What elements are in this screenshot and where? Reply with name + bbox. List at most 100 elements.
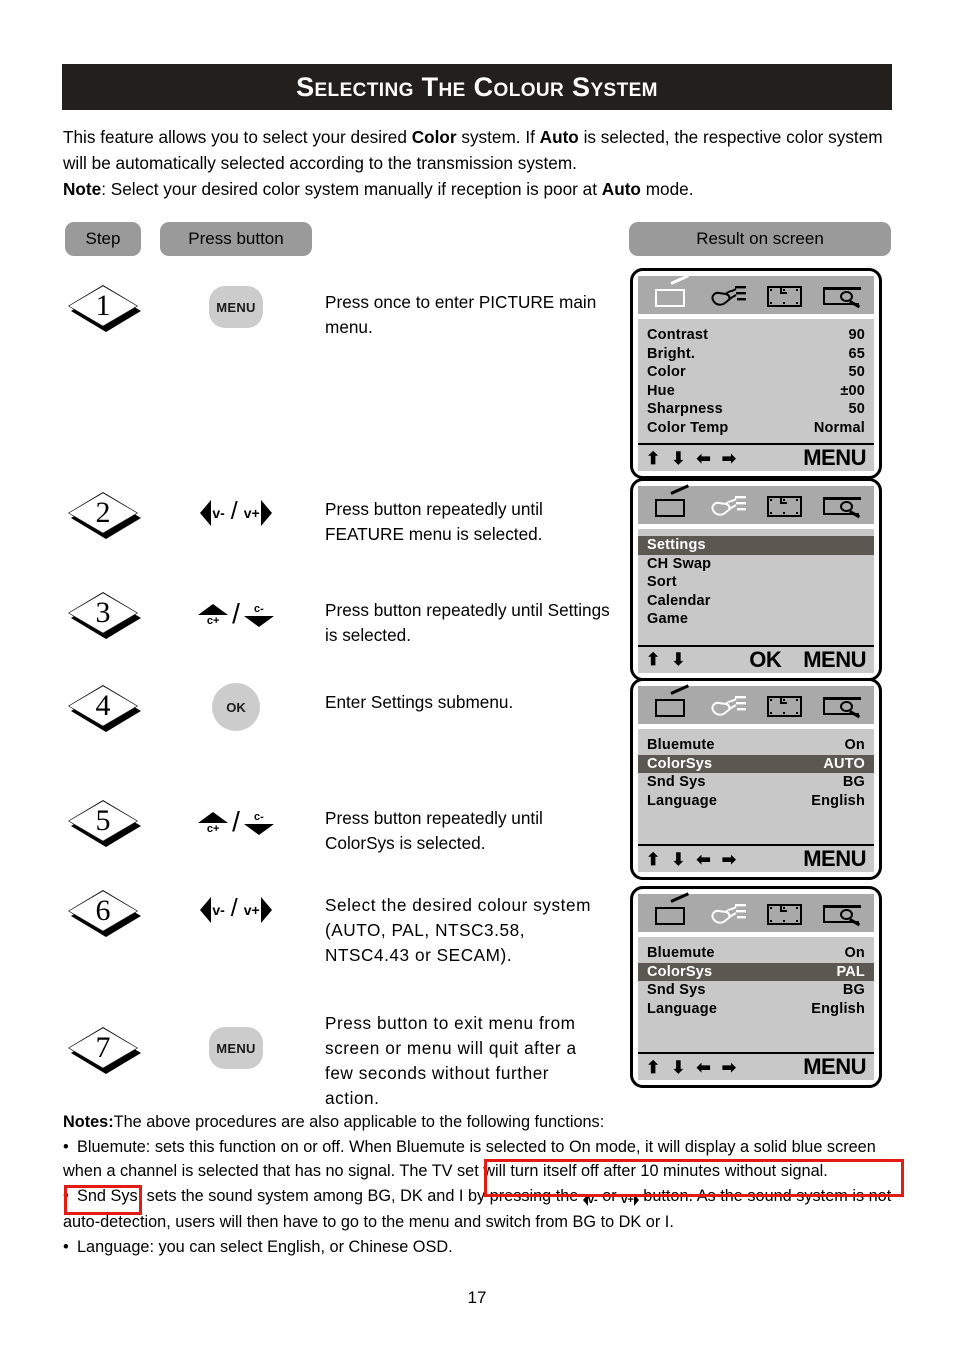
left-triangle-icon bbox=[200, 897, 212, 923]
intro-text-2: system. If bbox=[456, 127, 540, 147]
osd-row[interactable]: Language English bbox=[638, 1000, 874, 1019]
osd-row-selected[interactable]: ColorSys PAL bbox=[638, 962, 874, 981]
osd-icon-bar bbox=[638, 274, 874, 314]
ok-button-step4[interactable]: OK bbox=[212, 683, 260, 731]
picture-tv-icon[interactable] bbox=[649, 274, 693, 309]
osd-row[interactable]: Snd Sys BG bbox=[638, 981, 874, 1000]
osd-row-label: Bluemute bbox=[647, 945, 715, 962]
osd-row[interactable]: Contrast 90 bbox=[638, 326, 874, 345]
c-plus-label: c+ bbox=[206, 822, 220, 835]
sound-hand-icon[interactable] bbox=[706, 899, 750, 927]
step-number-3: 3 bbox=[68, 592, 144, 639]
search-screen-icon[interactable] bbox=[820, 281, 864, 309]
step-number-7: 7 bbox=[68, 1027, 144, 1074]
osd-row[interactable]: Color Temp Normal bbox=[638, 419, 874, 438]
step-5-description: Press button repeatedly until ColorSys i… bbox=[325, 808, 543, 853]
arrow-left-icon: ⬅ bbox=[696, 1057, 711, 1077]
picture-tv-icon[interactable] bbox=[649, 892, 693, 927]
osd-row[interactable]: Sharpness 50 bbox=[638, 400, 874, 419]
osd-footer-labels: MENU bbox=[803, 848, 866, 870]
bullet-marker: • bbox=[63, 1237, 69, 1256]
osd-row[interactable]: Calendar bbox=[638, 592, 874, 611]
osd-row[interactable]: Sort bbox=[638, 573, 874, 592]
arrow-right-icon: ➡ bbox=[721, 1057, 736, 1077]
v-minus-label: v- bbox=[212, 902, 225, 918]
picture-tv-icon[interactable] bbox=[649, 684, 693, 719]
osd-row[interactable]: Bright. 65 bbox=[638, 345, 874, 364]
osd-row-value: 65 bbox=[848, 345, 865, 362]
osd-row[interactable]: Bluemute On bbox=[638, 944, 874, 963]
osd-row-selected[interactable]: Settings bbox=[638, 536, 874, 555]
step-number-5-text: 5 bbox=[95, 804, 111, 837]
page-title: Selecting the Colour System bbox=[296, 71, 658, 102]
sound-hand-icon[interactable] bbox=[706, 281, 750, 309]
step-number-5: 5 bbox=[68, 800, 144, 847]
osd-row[interactable]: CH Swap bbox=[638, 555, 874, 574]
channel-button-step5[interactable]: c+ / c- bbox=[190, 803, 282, 843]
ok-button-label: OK bbox=[226, 699, 246, 715]
sound-hand-icon[interactable] bbox=[706, 491, 750, 519]
note-bold-auto: Auto bbox=[601, 179, 641, 199]
step-number-2: 2 bbox=[68, 492, 144, 539]
c-minus-label: c- bbox=[254, 810, 264, 823]
timer-clock-icon[interactable] bbox=[763, 691, 807, 719]
menu-button-step1[interactable]: MENU bbox=[209, 286, 263, 328]
header-step-label: Step bbox=[85, 229, 121, 248]
right-triangle-icon bbox=[260, 897, 272, 923]
notes-lead-row: Notes:The above procedures are also appl… bbox=[63, 1110, 903, 1135]
step-number-7-text: 7 bbox=[95, 1031, 111, 1064]
step-4-description: Enter Settings submenu. bbox=[325, 692, 514, 712]
volume-button-step6[interactable]: v- / v+ bbox=[190, 893, 282, 927]
osd-row[interactable]: Hue ±00 bbox=[638, 382, 874, 401]
v-plus-label: v+ bbox=[243, 505, 260, 521]
step-number-2-text: 2 bbox=[95, 496, 111, 529]
intro-bold-auto: Auto bbox=[539, 127, 579, 147]
step-2-description: Press button repeatedly until FEATURE me… bbox=[325, 499, 543, 544]
search-screen-icon[interactable] bbox=[820, 899, 864, 927]
osd-row[interactable]: Color 50 bbox=[638, 363, 874, 382]
v-plus-label: v+ bbox=[243, 902, 260, 918]
osd-row[interactable]: Game bbox=[638, 610, 874, 629]
osd-row-label: Color bbox=[647, 364, 686, 381]
timer-clock-icon[interactable] bbox=[763, 281, 807, 309]
osd-screen-picture-menu: Contrast 90 Bright. 65 Color 50 Hue ±00 Shar… bbox=[630, 268, 882, 479]
menu-button-step7[interactable]: MENU bbox=[209, 1027, 263, 1069]
arrow-right-icon: ➡ bbox=[721, 849, 736, 869]
note-bullet-bluemute: • Bluemute: sets this function on or off.… bbox=[63, 1135, 903, 1184]
inline-volume-icon: v+ bbox=[621, 1188, 639, 1213]
volume-button-step2[interactable]: v- / v+ bbox=[190, 496, 282, 530]
osd-footer-menu-label: MENU bbox=[803, 1054, 866, 1079]
channel-up-icon: c+ bbox=[198, 603, 229, 627]
step-number-6-text: 6 bbox=[95, 894, 111, 927]
osd-row-label: Game bbox=[647, 611, 689, 628]
osd-row-label: ColorSys bbox=[647, 963, 713, 980]
osd-footer-labels: OK MENU bbox=[749, 648, 866, 671]
v-minus-label: v- bbox=[212, 505, 225, 521]
step-number-6: 6 bbox=[68, 890, 144, 937]
picture-tv-icon[interactable] bbox=[649, 484, 693, 519]
osd-screen-feature-menu: Settings CH Swap Sort Calendar Game ⬆ ⬇ … bbox=[630, 478, 882, 681]
header-press-button: Press button bbox=[160, 222, 312, 256]
slash-separator: / bbox=[232, 598, 240, 629]
timer-clock-icon[interactable] bbox=[763, 899, 807, 927]
osd-row-value: ±00 bbox=[840, 382, 865, 399]
osd-footer: ⬆ ⬇ ⬅ ➡ MENU bbox=[638, 443, 874, 471]
menu-button-label: MENU bbox=[216, 299, 256, 315]
sound-hand-icon[interactable] bbox=[706, 691, 750, 719]
search-screen-icon[interactable] bbox=[820, 491, 864, 519]
osd-row-selected[interactable]: ColorSys AUTO bbox=[638, 754, 874, 773]
osd-row[interactable]: Snd Sys BG bbox=[638, 773, 874, 792]
osd-row[interactable]: Language English bbox=[638, 792, 874, 811]
channel-button-step3[interactable]: c+ / c- bbox=[190, 595, 282, 635]
step-number-4-text: 4 bbox=[95, 689, 111, 722]
osd-row[interactable]: Bluemute On bbox=[638, 736, 874, 755]
step-6-description: Select the desired colour system (AUTO, … bbox=[325, 895, 591, 965]
search-screen-icon[interactable] bbox=[820, 691, 864, 719]
step-3-description: Press button repeatedly until Settings i… bbox=[325, 600, 610, 645]
down-triangle-icon bbox=[243, 823, 274, 835]
osd-row-value: BG bbox=[842, 774, 865, 791]
timer-clock-icon[interactable] bbox=[763, 491, 807, 519]
bullet-marker: • bbox=[63, 1186, 69, 1205]
menu-button-label: MENU bbox=[216, 1040, 256, 1056]
osd-row-value: 90 bbox=[848, 327, 865, 344]
